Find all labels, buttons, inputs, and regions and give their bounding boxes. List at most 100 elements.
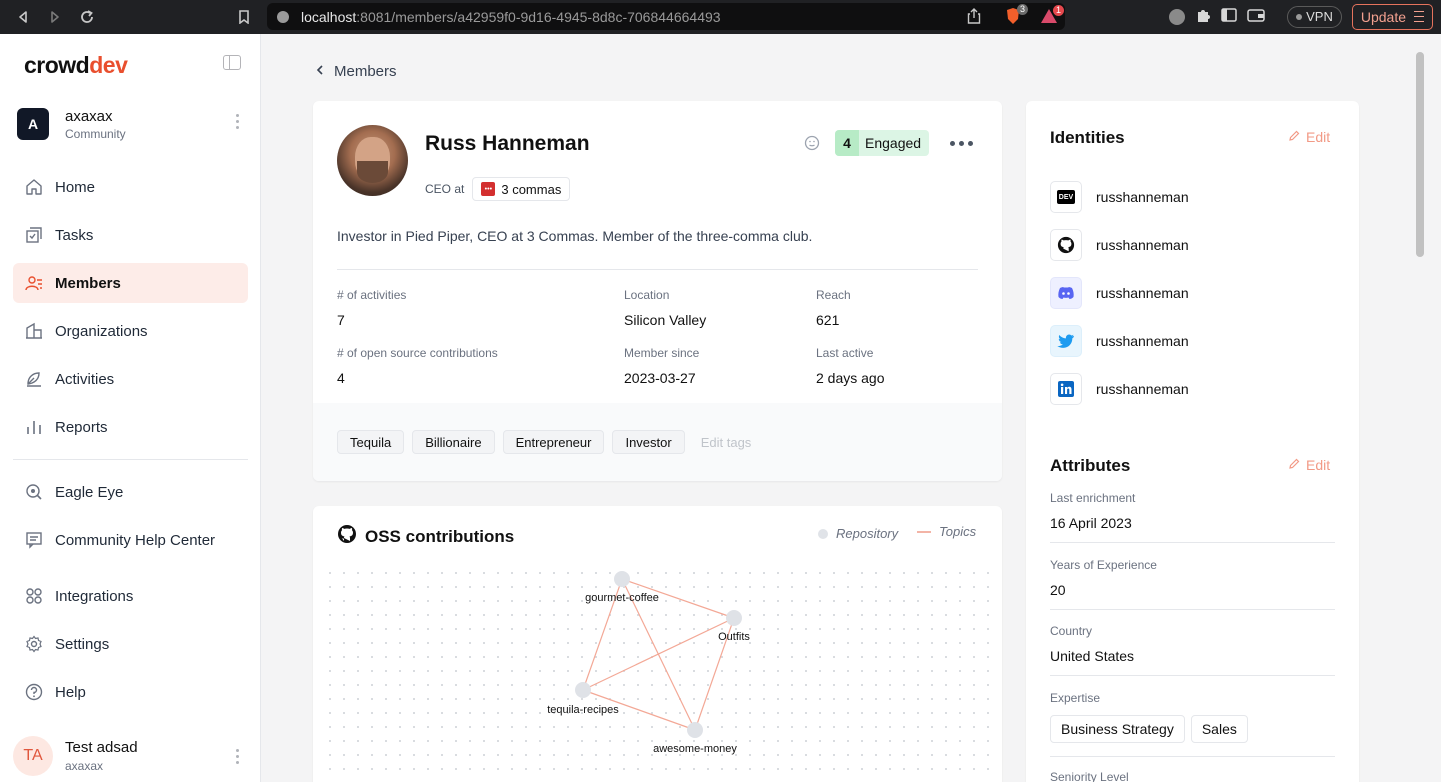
dev-icon: DEV (1050, 181, 1082, 213)
stat-value: Silicon Valley (624, 312, 707, 328)
sidebar-item-organizations[interactable]: Organizations (13, 311, 248, 351)
breadcrumb[interactable]: Members (316, 63, 397, 80)
back-icon[interactable] (7, 1, 39, 33)
sidebar-divider (13, 459, 248, 460)
vpn-button[interactable]: VPN (1287, 5, 1342, 28)
member-side-panel: Identities Edit DEV russhanneman russhan… (1026, 101, 1359, 782)
edit-label: Edit (1306, 129, 1331, 145)
address-bar[interactable]: localhost:8081/members/a42959f0-9d16-494… (267, 3, 1065, 30)
oss-title: OSS contributions (337, 524, 514, 549)
sidebar-item-settings[interactable]: Settings (13, 624, 248, 664)
member-name: Russ Hanneman (425, 132, 590, 155)
sidebar-item-help[interactable]: Help (13, 672, 248, 712)
identity-discord[interactable]: russhanneman (1050, 277, 1189, 309)
stat-value: 4 (337, 370, 345, 386)
contributions-graph[interactable]: gourmet-coffee Outfits tequila-recipes a… (323, 566, 992, 782)
help-icon (25, 683, 43, 701)
rewards-icon[interactable]: 1 (1040, 5, 1064, 27)
sidebar-item-reports[interactable]: Reports (13, 407, 248, 447)
attributes-title: Attributes (1050, 456, 1131, 475)
identity-dev[interactable]: DEV russhanneman (1050, 181, 1189, 213)
identity-username: russhanneman (1096, 285, 1189, 301)
organization-chip[interactable]: ••• 3 commas (472, 177, 571, 201)
member-profile-card: Russ Hanneman CEO at ••• 3 commas 4 Enga… (313, 101, 1002, 481)
discord-icon (1050, 277, 1082, 309)
sidebar-item-members[interactable]: Members (13, 263, 248, 303)
edit-identities-button[interactable]: Edit (1288, 129, 1330, 145)
legend-label: Topics (939, 524, 977, 539)
sidebar-item-integrations[interactable]: Integrations (13, 576, 248, 616)
share-icon[interactable] (967, 8, 981, 27)
home-icon (25, 178, 43, 196)
workspace-switcher[interactable]: A axaxax Community (17, 106, 249, 142)
identity-linkedin[interactable]: russhanneman (1050, 373, 1189, 405)
scrollbar-thumb[interactable] (1416, 52, 1424, 257)
extension-avatar-icon[interactable] (1169, 8, 1186, 25)
user-workspace: axaxax (65, 759, 104, 773)
forward-icon[interactable] (39, 1, 71, 33)
extensions-icon[interactable] (1195, 7, 1211, 26)
attribute-last-enrichment: Last enrichment 16 April 2023 (1050, 491, 1335, 531)
site-info-icon[interactable] (277, 10, 289, 23)
sidebar-item-label: Eagle Eye (55, 483, 124, 501)
pencil-icon (1288, 129, 1300, 145)
edit-attributes-button[interactable]: Edit (1288, 457, 1330, 473)
sidebar-item-tasks[interactable]: Tasks (13, 215, 248, 255)
sidebar-item-label: Reports (55, 418, 108, 436)
sidebar-toggle-icon[interactable] (1221, 8, 1237, 25)
sidebar-item-community-help-center[interactable]: Community Help Center (13, 520, 248, 560)
chevron-left-icon (316, 63, 324, 80)
identity-username: russhanneman (1096, 381, 1189, 397)
sidebar-item-activities[interactable]: Activities (13, 359, 248, 399)
brave-shields-icon[interactable]: 3 (1004, 4, 1028, 28)
identity-github[interactable]: russhanneman (1050, 229, 1189, 261)
bookmark-icon[interactable] (228, 1, 260, 33)
attribute-label: Last enrichment (1050, 491, 1136, 505)
attribute-label: Country (1050, 624, 1093, 638)
attribute-value: United States (1050, 648, 1135, 664)
workspace-type: Community (65, 126, 126, 141)
vpn-label: VPN (1306, 9, 1333, 24)
menu-icon (1414, 11, 1424, 22)
graph-edge (582, 617, 735, 691)
workspace-name: axaxax (65, 107, 113, 125)
reports-icon (25, 418, 43, 436)
graph-node (726, 610, 742, 626)
help-center-icon (25, 531, 43, 549)
sidebar-item-home[interactable]: Home (13, 167, 248, 207)
expertise-chip: Sales (1190, 715, 1248, 743)
sidebar-item-eagle-eye[interactable]: Eagle Eye (13, 472, 248, 512)
organization-name: 3 commas (501, 181, 562, 197)
collapse-sidebar-icon[interactable] (223, 55, 241, 70)
contributions-graph-svg: gourmet-coffee Outfits tequila-recipes a… (547, 571, 750, 755)
sidebar-item-label: Settings (55, 635, 110, 653)
attribute-expertise: Expertise Business Strategy Sales (1050, 691, 1335, 743)
url-path: :8081/members/a42959f0-9d16-4945-8d8c-70… (356, 8, 721, 25)
more-actions-icon[interactable] (950, 141, 973, 146)
attribute-value: 20 (1050, 582, 1066, 598)
organizations-icon (25, 322, 43, 340)
sidebar-item-label: Tasks (55, 226, 94, 244)
user-menu-icon[interactable] (236, 749, 240, 764)
update-button[interactable]: Update (1351, 3, 1433, 30)
workspace-menu-icon[interactable] (236, 114, 240, 129)
reload-icon[interactable] (71, 1, 103, 33)
user-menu[interactable]: TA Test adsad axaxax (13, 734, 248, 778)
tag-chip: Billionaire (412, 430, 495, 454)
identity-twitter[interactable]: russhanneman (1050, 325, 1189, 357)
eagle-eye-icon (25, 483, 43, 501)
page-scrollbar[interactable] (1411, 34, 1441, 782)
sentiment-smile-icon (804, 135, 820, 154)
attribute-country: Country United States (1050, 624, 1335, 664)
crowd-dev-logo[interactable]: crowddev (24, 52, 128, 79)
tag-chip: Investor (612, 430, 685, 454)
wallet-icon[interactable] (1247, 8, 1265, 25)
user-avatar: TA (13, 736, 53, 776)
edit-tags-button[interactable]: Edit tags (701, 435, 752, 450)
attribute-divider (1050, 756, 1335, 757)
stat-value: 2023-03-27 (624, 370, 696, 386)
attribute-divider (1050, 609, 1335, 610)
job-title: CEO at (425, 182, 465, 196)
identities-title: Identities (1050, 128, 1125, 147)
tag-chip: Entrepreneur (502, 430, 605, 454)
